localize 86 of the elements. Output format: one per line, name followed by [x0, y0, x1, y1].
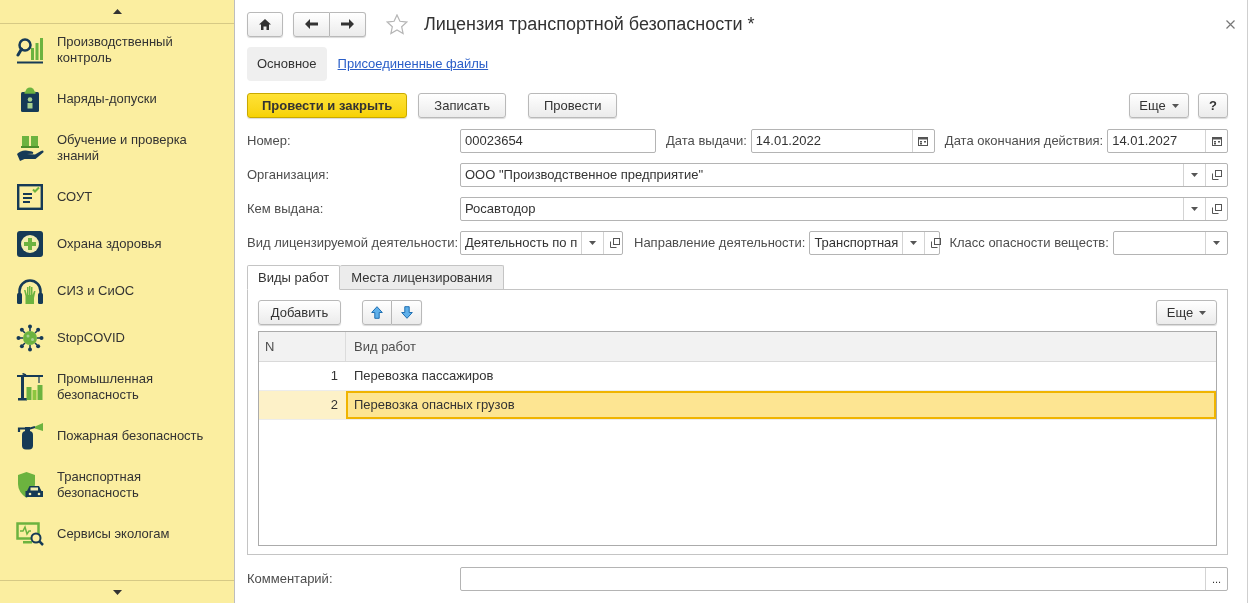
row-number-cell-text: 1: [329, 367, 339, 385]
move-down-button[interactable]: [392, 300, 422, 325]
close-icon[interactable]: [1226, 19, 1235, 29]
triangle-up-icon: [112, 9, 122, 14]
headphones-hand-icon: [16, 276, 44, 305]
caret-icon: [1191, 173, 1198, 177]
sidebar-item[interactable]: Охрана здоровья: [0, 220, 234, 267]
select-field[interactable]: ООО "Производственное предприятие": [460, 163, 1228, 187]
form-tab[interactable]: Основное: [247, 47, 327, 81]
sidebar-item[interactable]: СИЗ и СиОС: [0, 267, 234, 314]
medical-cross-icon: [16, 229, 44, 258]
arrow-down-icon: [400, 306, 413, 319]
row-number-cell-text: 2: [329, 396, 339, 414]
select-field[interactable]: Деятельность по п: [460, 231, 623, 255]
date-field[interactable]: 14.01.2027: [1107, 129, 1228, 153]
column-header[interactable]: N: [259, 332, 346, 361]
comment-field[interactable]: ...: [460, 567, 1228, 591]
field-label: Вид лицензируемой деятельности:: [247, 234, 460, 253]
sidebar-item[interactable]: Наряды-допуски: [0, 75, 234, 122]
forward-button[interactable]: [330, 11, 366, 37]
toolbar-button[interactable]: Записать: [418, 93, 506, 118]
caret-icon: [910, 241, 918, 245]
form-tab[interactable]: Присоединенные файлы: [327, 54, 499, 74]
tab[interactable]: Места лицензирования: [340, 265, 505, 289]
select-field[interactable]: [1112, 231, 1228, 255]
table-cell: Перевозка опасных грузов: [346, 391, 1216, 419]
overlapping-squares-icon: [930, 238, 941, 248]
caret-icon: [1191, 207, 1198, 211]
calendar-icon: [1211, 136, 1222, 146]
more-button[interactable]: Еще: [1156, 300, 1217, 325]
field-label: Кем выдана:: [247, 200, 325, 219]
overlapping-squares-icon: [1211, 204, 1222, 214]
sidebar-item[interactable]: StopCOVID: [0, 314, 234, 361]
add-button[interactable]: Добавить: [258, 300, 341, 325]
field-label: Организация:: [247, 166, 331, 185]
sidebar-item[interactable]: Сервисы экологам: [0, 510, 234, 557]
field-label: Комментарий:: [247, 570, 334, 589]
virus-icon: [16, 323, 44, 352]
toolbar-button[interactable]: Провести: [527, 93, 618, 118]
caret-icon: [589, 241, 597, 245]
window-title: Лицензия транспортной безопасности *: [424, 13, 755, 36]
home-button[interactable]: [247, 11, 283, 37]
caret-icon: [1213, 241, 1220, 245]
sidebar-item[interactable]: СОУТ: [0, 173, 234, 220]
field-label: Дата окончания действия:: [944, 132, 1104, 151]
sidebar-item[interactable]: Обучение и проверка знаний: [0, 122, 234, 173]
overlapping-squares-icon: [609, 238, 620, 248]
table-cell-text: Перевозка пассажиров: [353, 367, 495, 385]
monitor-magnifier-icon: [16, 519, 44, 548]
toolbar-button[interactable]: Провести и закрыть: [247, 93, 408, 118]
sidebar-item[interactable]: Промышленная безопасность: [0, 361, 234, 412]
arrow-right-icon: [341, 19, 354, 29]
home-icon: [259, 18, 271, 30]
caret-icon: [1171, 103, 1179, 108]
back-button[interactable]: [293, 11, 330, 37]
choice-button[interactable]: ...: [1205, 568, 1227, 590]
triangle-down-icon: [112, 589, 122, 595]
field-label: Направление деятельности:: [634, 234, 806, 253]
field-label: Дата выдачи:: [666, 132, 747, 151]
fire-extinguisher-icon: [16, 421, 44, 450]
crane-building-icon: [16, 372, 44, 401]
select-field[interactable]: Транспортная: [809, 231, 941, 255]
text-field[interactable]: 00023654: [460, 129, 656, 153]
table-row[interactable]: 2 Перевозка опасных грузов: [259, 391, 1216, 420]
move-up-button[interactable]: [362, 300, 392, 325]
column-header[interactable]: Вид работ: [346, 332, 1216, 361]
arrow-left-icon: [305, 19, 318, 29]
tab[interactable]: Виды работ: [247, 265, 341, 290]
star-icon[interactable]: [386, 13, 408, 35]
more-button[interactable]: Еще: [1129, 93, 1189, 118]
field-label: Номер:: [247, 132, 292, 151]
sidebar-item[interactable]: Пожарная безопасность: [0, 412, 234, 459]
shield-car-icon: [16, 470, 44, 499]
overlapping-squares-icon: [1211, 170, 1222, 180]
checklist-icon: [16, 182, 44, 211]
field-label: Класс опасности веществ:: [949, 234, 1109, 253]
help-button[interactable]: ?: [1198, 93, 1228, 118]
date-field[interactable]: 14.01.2022: [750, 129, 935, 153]
sidebar-item[interactable]: Транспортная безопасность: [0, 459, 234, 510]
sidebar-item[interactable]: Производственный контроль: [0, 24, 234, 75]
magnifier-chart-icon: [16, 35, 44, 64]
calendar-icon: [918, 136, 929, 146]
select-field[interactable]: Росавтодор: [460, 197, 1228, 221]
caret-icon: [1199, 310, 1207, 315]
arrow-up-icon: [371, 306, 383, 319]
book-hand-icon: [16, 133, 44, 162]
